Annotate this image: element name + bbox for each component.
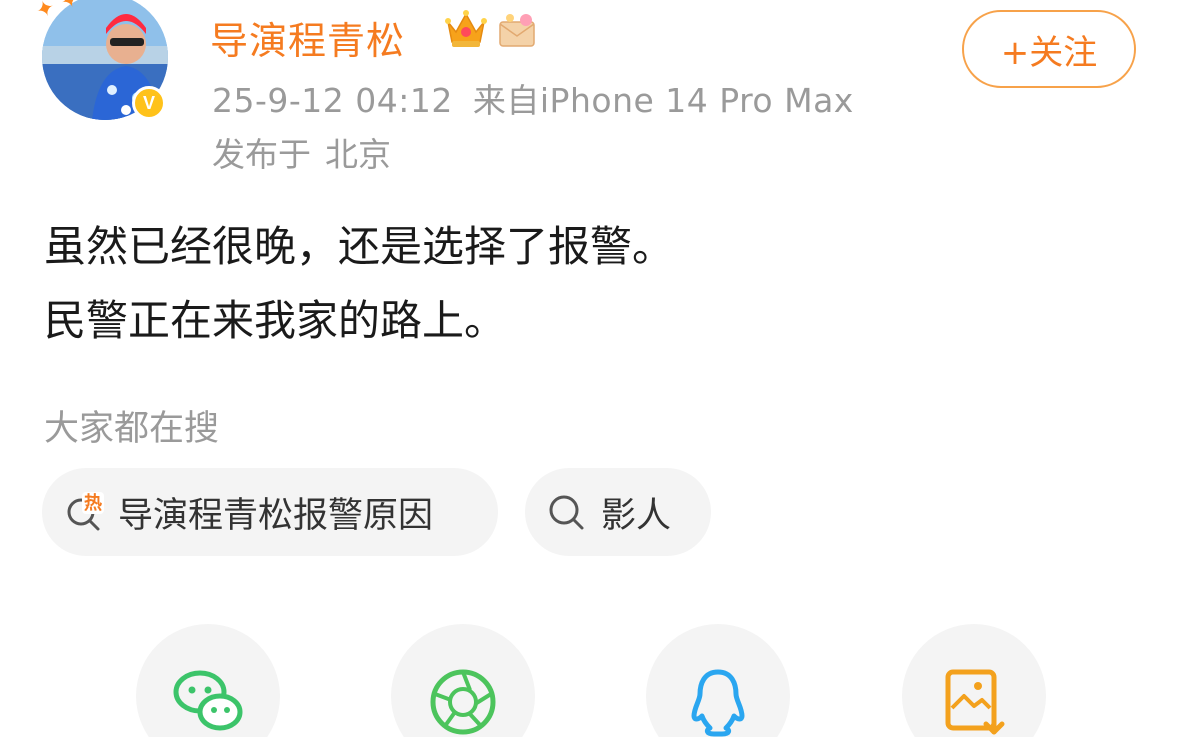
hot-search-icon: 热 [67, 492, 104, 531]
post-text-line: 虽然已经很晚，还是选择了报警。 [44, 222, 675, 271]
post-meta: 25-9-12 04:12 来自iPhone 14 Pro Max [212, 74, 854, 122]
envelope-icon[interactable] [496, 10, 538, 50]
share-qq-button[interactable] [646, 624, 790, 737]
share-save-image-button[interactable] [902, 624, 1046, 737]
wechat-icon [173, 670, 243, 731]
location-prefix: 发布于 [212, 135, 311, 174]
qq-icon [691, 669, 745, 737]
trending-label: 大家都在搜 [44, 409, 220, 449]
post-location: 发布于 北京 [212, 128, 391, 176]
trending-chip-text: 影人 [601, 495, 672, 536]
weibo-post-page: ✦ ✦ V 导演程青松 +关注 25-9-12 04:12 来自iPhone 14… [0, 0, 1179, 737]
search-icon [549, 495, 584, 530]
post-source: 来自iPhone 14 Pro Max [472, 81, 854, 120]
location-name: 北京 [325, 135, 391, 174]
username[interactable]: 导演程青松 [210, 10, 405, 65]
share-moments-button[interactable] [391, 624, 535, 737]
trending-chip-hot[interactable]: 热 导演程青松报警原因 [42, 468, 498, 556]
post-timestamp: 25-9-12 04:12 [212, 81, 453, 120]
follow-button[interactable]: +关注 [962, 10, 1136, 88]
moments-icon [430, 669, 496, 735]
avatar[interactable]: ✦ ✦ V [33, 0, 168, 120]
svg-text:热: 热 [84, 492, 102, 514]
crown-icon[interactable] [444, 8, 488, 50]
save-image-icon [945, 669, 1005, 735]
trending-chip-text: 导演程青松报警原因 [118, 495, 434, 536]
verified-badge: V [132, 86, 166, 120]
post-text-line: 民警正在来我家的路上。 [44, 296, 507, 345]
post-text: 虽然已经很晚，还是选择了报警。 民警正在来我家的路上。 [44, 210, 1124, 358]
trending-chip-search[interactable]: 影人 [525, 468, 711, 556]
share-wechat-button[interactable] [136, 624, 280, 737]
